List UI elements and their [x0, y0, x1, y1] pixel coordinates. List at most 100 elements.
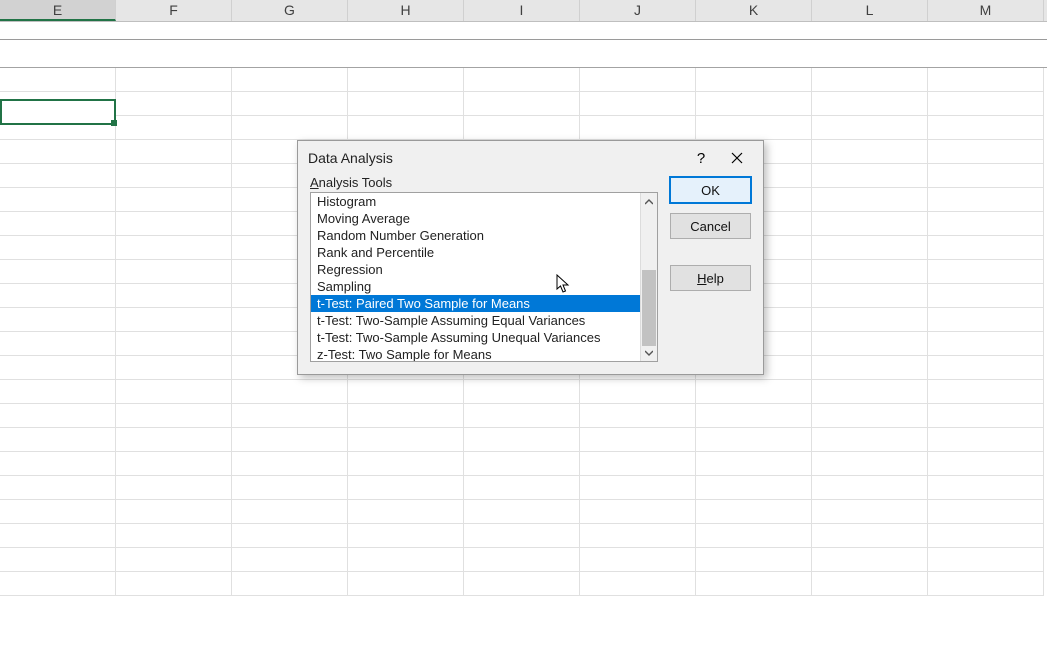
cell[interactable]	[348, 380, 464, 404]
cell[interactable]	[232, 380, 348, 404]
list-item[interactable]: t-Test: Paired Two Sample for Means	[311, 295, 640, 312]
cell[interactable]	[580, 380, 696, 404]
cell[interactable]	[696, 116, 812, 140]
cell[interactable]	[464, 548, 580, 572]
cell[interactable]	[0, 260, 116, 284]
cell[interactable]	[0, 212, 116, 236]
cell[interactable]	[928, 260, 1044, 284]
cell[interactable]	[812, 188, 928, 212]
list-item[interactable]: Histogram	[311, 193, 640, 210]
cell[interactable]	[812, 380, 928, 404]
cell[interactable]	[348, 572, 464, 596]
cell[interactable]	[812, 572, 928, 596]
cell[interactable]	[116, 164, 232, 188]
cell[interactable]	[812, 212, 928, 236]
cell[interactable]	[116, 236, 232, 260]
cell[interactable]	[696, 476, 812, 500]
cell[interactable]	[928, 380, 1044, 404]
cell[interactable]	[116, 548, 232, 572]
cell[interactable]	[348, 476, 464, 500]
cell[interactable]	[0, 116, 116, 140]
list-item[interactable]: Regression	[311, 261, 640, 278]
cell[interactable]	[812, 164, 928, 188]
cell[interactable]	[580, 92, 696, 116]
cell[interactable]	[0, 428, 116, 452]
cell[interactable]	[348, 92, 464, 116]
cell[interactable]	[928, 428, 1044, 452]
cell[interactable]	[580, 524, 696, 548]
column-header-M[interactable]: M	[928, 0, 1044, 21]
cell[interactable]	[928, 476, 1044, 500]
cell[interactable]	[928, 404, 1044, 428]
column-header-L[interactable]: L	[812, 0, 928, 21]
cell[interactable]	[116, 428, 232, 452]
column-header-H[interactable]: H	[348, 0, 464, 21]
cell[interactable]	[580, 452, 696, 476]
list-item[interactable]: z-Test: Two Sample for Means	[311, 346, 640, 362]
scroll-down-button[interactable]	[641, 344, 657, 361]
cell[interactable]	[116, 308, 232, 332]
cell[interactable]	[116, 572, 232, 596]
cell[interactable]	[0, 308, 116, 332]
list-item[interactable]: Random Number Generation	[311, 227, 640, 244]
cell[interactable]	[116, 356, 232, 380]
cell[interactable]	[580, 500, 696, 524]
cell[interactable]	[580, 572, 696, 596]
cell[interactable]	[812, 68, 928, 92]
cell[interactable]	[464, 404, 580, 428]
cell[interactable]	[812, 452, 928, 476]
cell[interactable]	[0, 92, 116, 116]
cell[interactable]	[116, 284, 232, 308]
scroll-up-button[interactable]	[641, 193, 657, 210]
cell[interactable]	[116, 476, 232, 500]
cell[interactable]	[0, 500, 116, 524]
cell[interactable]	[232, 428, 348, 452]
scroll-thumb[interactable]	[642, 270, 656, 346]
cell[interactable]	[0, 476, 116, 500]
cell[interactable]	[812, 356, 928, 380]
cell[interactable]	[580, 428, 696, 452]
cell[interactable]	[812, 548, 928, 572]
cell[interactable]	[232, 116, 348, 140]
cell[interactable]	[232, 68, 348, 92]
cell[interactable]	[696, 572, 812, 596]
cell[interactable]	[696, 68, 812, 92]
cell[interactable]	[232, 452, 348, 476]
column-header-I[interactable]: I	[464, 0, 580, 21]
cell[interactable]	[0, 356, 116, 380]
cell[interactable]	[0, 332, 116, 356]
cell[interactable]	[232, 92, 348, 116]
cell[interactable]	[580, 68, 696, 92]
cell[interactable]	[0, 380, 116, 404]
cell[interactable]	[928, 212, 1044, 236]
cell[interactable]	[812, 140, 928, 164]
cell[interactable]	[812, 332, 928, 356]
cell[interactable]	[696, 524, 812, 548]
cell[interactable]	[928, 236, 1044, 260]
cell[interactable]	[0, 284, 116, 308]
cell[interactable]	[928, 332, 1044, 356]
dialog-close-button[interactable]	[719, 144, 755, 172]
cell[interactable]	[116, 452, 232, 476]
cell[interactable]	[696, 404, 812, 428]
cell[interactable]	[348, 548, 464, 572]
cell[interactable]	[812, 260, 928, 284]
cell[interactable]	[232, 524, 348, 548]
cell[interactable]	[928, 68, 1044, 92]
cell[interactable]	[696, 380, 812, 404]
cell[interactable]	[928, 140, 1044, 164]
cell[interactable]	[116, 404, 232, 428]
cell[interactable]	[348, 452, 464, 476]
cell[interactable]	[232, 404, 348, 428]
cell[interactable]	[928, 164, 1044, 188]
cell[interactable]	[928, 92, 1044, 116]
cell[interactable]	[0, 452, 116, 476]
cell[interactable]	[928, 500, 1044, 524]
cell[interactable]	[116, 188, 232, 212]
cell[interactable]	[928, 284, 1044, 308]
cell[interactable]	[928, 572, 1044, 596]
cell[interactable]	[232, 476, 348, 500]
list-item[interactable]: Rank and Percentile	[311, 244, 640, 261]
list-item[interactable]: Moving Average	[311, 210, 640, 227]
cell[interactable]	[348, 428, 464, 452]
